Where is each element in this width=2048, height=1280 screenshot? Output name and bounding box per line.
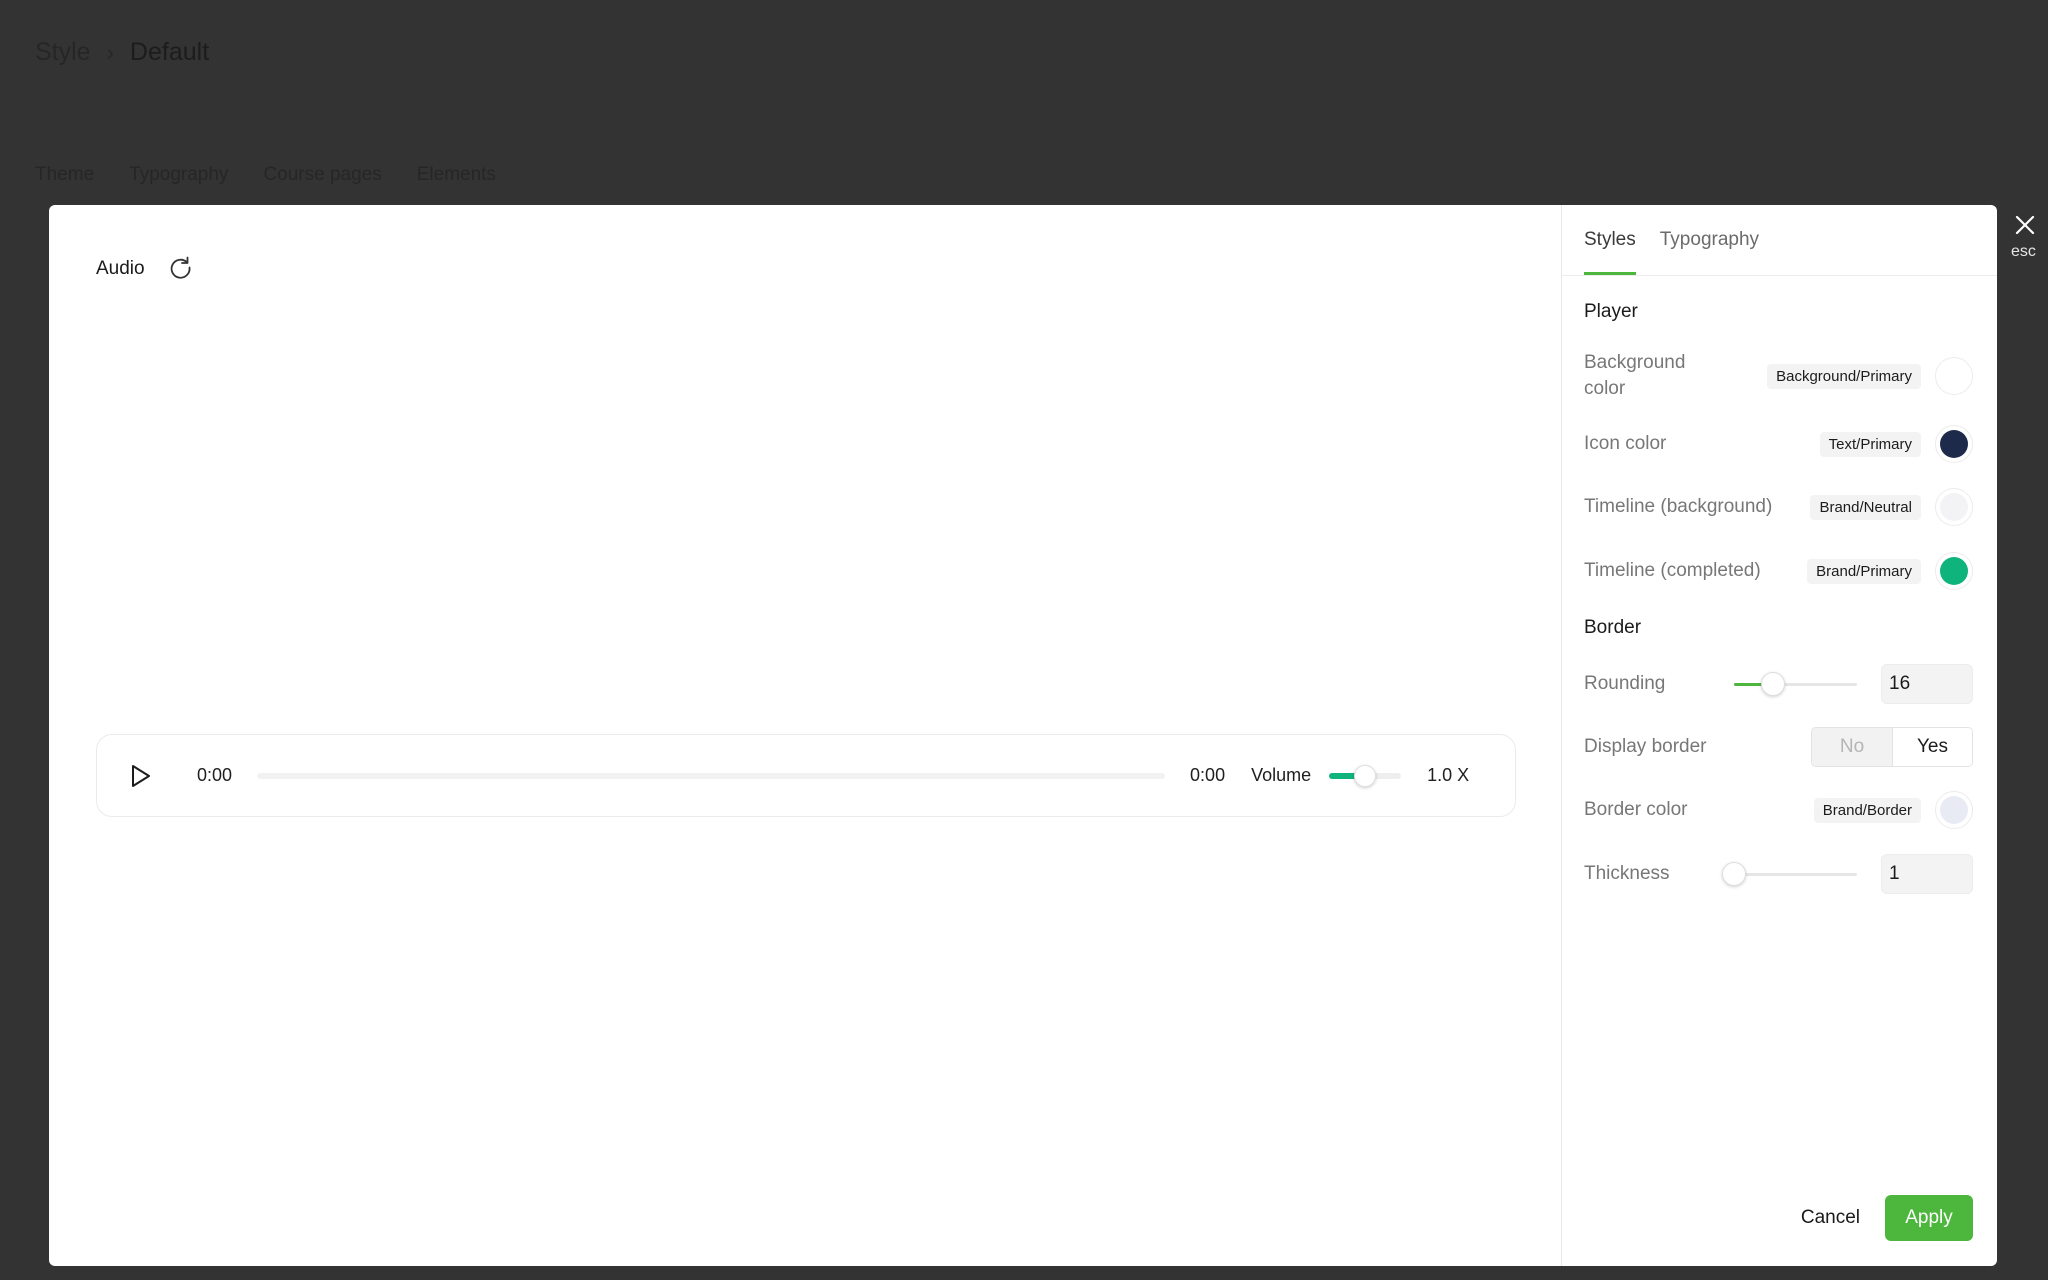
- player-section-title: Player: [1584, 301, 1638, 322]
- timeline-background-token[interactable]: Brand/Neutral: [1810, 494, 1921, 520]
- volume-thumb[interactable]: [1354, 764, 1377, 787]
- settings-panel: Styles Typography Player Background colo…: [1562, 205, 1997, 1266]
- icon-color-swatch[interactable]: [1935, 425, 1973, 463]
- border-color-row: Border color Brand/Border: [1584, 790, 1973, 830]
- swatch-color: [1940, 430, 1968, 458]
- breadcrumb-current: Default: [129, 38, 210, 66]
- timeline-background-swatch[interactable]: [1935, 488, 1973, 526]
- volume-label: Volume: [1251, 765, 1312, 785]
- chevron-right-icon: ›: [106, 39, 114, 65]
- timeline-completed-row: Timeline (completed) Brand/Primary: [1584, 552, 1973, 590]
- display-border-row: Display border No Yes: [1584, 727, 1973, 767]
- close-icon[interactable]: [2010, 210, 2040, 240]
- swatch-color: [1940, 557, 1968, 585]
- esc-label: esc: [2011, 243, 2036, 260]
- breadcrumb-root: Style: [35, 38, 91, 66]
- panel-tabs: Styles Typography: [1562, 205, 1997, 276]
- preview-title: Audio: [96, 258, 145, 279]
- tab-course-pages: Course pages: [263, 164, 382, 185]
- background-tabs: Theme Typography Course pages Elements: [35, 164, 496, 186]
- tab-elements: Elements: [416, 164, 496, 185]
- border-section-title: Border: [1584, 617, 1642, 638]
- timeline-completed-swatch[interactable]: [1935, 552, 1973, 590]
- timeline-background-row: Timeline (background) Brand/Neutral: [1584, 488, 1973, 526]
- timeline-track[interactable]: [257, 772, 1166, 779]
- display-border-toggle: No Yes: [1811, 727, 1973, 767]
- tab-typography[interactable]: Typography: [1660, 205, 1759, 275]
- rounding-input[interactable]: [1881, 664, 1973, 704]
- play-icon[interactable]: [125, 761, 155, 791]
- preview-area: Audio 0:00 0:00 Volume 1.0 X: [49, 205, 1562, 1266]
- thickness-input[interactable]: [1881, 854, 1973, 894]
- thickness-row: Thickness: [1584, 854, 1973, 894]
- thickness-slider[interactable]: [1722, 862, 1857, 886]
- tab-styles[interactable]: Styles: [1584, 205, 1636, 275]
- rounding-slider[interactable]: [1734, 672, 1857, 696]
- rounding-label: Rounding: [1584, 673, 1666, 694]
- current-time: 0:00: [197, 765, 233, 785]
- timeline-background-label: Timeline (background): [1584, 496, 1773, 517]
- swatch-color: [1940, 362, 1968, 390]
- preview-header: Audio: [96, 255, 195, 283]
- display-border-label: Display border: [1584, 736, 1707, 757]
- breadcrumb: Style › Default: [35, 38, 209, 67]
- rounding-slider-thumb[interactable]: [1761, 672, 1786, 696]
- swatch-color: [1940, 493, 1968, 521]
- background-color-label: Background color: [1584, 352, 1686, 399]
- tab-typography: Typography: [129, 164, 229, 185]
- thickness-label: Thickness: [1584, 863, 1670, 884]
- style-editor-modal: Audio 0:00 0:00 Volume 1.0 X Styles Typo…: [49, 205, 1997, 1266]
- duration-time: 0:00: [1190, 765, 1226, 785]
- playback-speed-button[interactable]: 1.0 X: [1427, 765, 1469, 786]
- background-color-token[interactable]: Background/Primary: [1767, 363, 1921, 389]
- display-border-yes-option[interactable]: Yes: [1892, 728, 1972, 766]
- background-color-row: Background color Background/Primary: [1584, 348, 1973, 404]
- apply-button[interactable]: Apply: [1885, 1195, 1973, 1241]
- icon-color-label: Icon color: [1584, 433, 1667, 454]
- volume-slider[interactable]: [1329, 764, 1402, 787]
- rounding-row: Rounding: [1584, 664, 1973, 704]
- tab-theme: Theme: [35, 164, 95, 185]
- timeline-completed-token[interactable]: Brand/Primary: [1807, 558, 1921, 584]
- timeline-completed-label: Timeline (completed): [1584, 560, 1761, 581]
- thickness-slider-thumb[interactable]: [1722, 862, 1746, 886]
- icon-color-row: Icon color Text/Primary: [1584, 425, 1973, 463]
- border-color-label: Border color: [1584, 799, 1688, 820]
- background-color-swatch[interactable]: [1935, 357, 1973, 395]
- cancel-button[interactable]: Cancel: [1801, 1207, 1860, 1229]
- border-color-token[interactable]: Brand/Border: [1813, 797, 1921, 823]
- display-border-no-option[interactable]: No: [1812, 728, 1892, 766]
- refresh-icon[interactable]: [167, 255, 195, 283]
- icon-color-token[interactable]: Text/Primary: [1819, 431, 1921, 457]
- panel-footer: Cancel Apply: [1562, 1195, 1997, 1241]
- border-color-swatch[interactable]: [1935, 791, 1973, 829]
- swatch-color: [1940, 796, 1968, 824]
- audio-player: 0:00 0:00 Volume 1.0 X: [96, 734, 1516, 817]
